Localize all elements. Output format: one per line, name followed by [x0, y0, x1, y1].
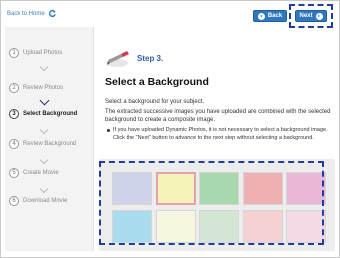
back-to-home-label: Back to Home — [7, 10, 45, 17]
step-number: 5 — [9, 168, 19, 178]
step-header: Step 3. — [105, 47, 163, 69]
sidebar-item-upload-photos[interactable]: 1 Upload Photos — [9, 48, 62, 58]
sidebar-item-label: Download Movie — [23, 198, 68, 204]
chevron-down-icon — [39, 125, 49, 135]
step-sidebar: 1 Upload Photos 2 Review Photos 3 Select… — [5, 27, 94, 251]
step-number: 2 — [9, 83, 19, 93]
sidebar-item-label: Review Photos — [23, 85, 64, 91]
sidebar-item-create-movie[interactable]: 5 Create Movie — [9, 168, 59, 178]
sidebar-item-label: Review Background — [23, 141, 77, 147]
back-to-home-link[interactable]: Back to Home — [7, 9, 57, 18]
step-number: 6 — [9, 196, 19, 206]
page-title: Select a Background — [105, 76, 209, 88]
step-number: 4 — [9, 139, 19, 149]
step-label: Step 3. — [137, 53, 164, 63]
note-text: If you have uploaded Dynamic Photos, it … — [113, 127, 328, 141]
brush-icon — [106, 51, 129, 67]
intro-text: Select a background for your subject. — [105, 99, 205, 105]
sidebar-item-label: Upload Photos — [23, 50, 63, 56]
sidebar-item-download-movie[interactable]: 6 Download Movie — [9, 196, 67, 206]
sidebar-item-review-background[interactable]: 4 Review Background — [9, 139, 76, 149]
back-button-label: Back — [267, 13, 283, 19]
description-text: The extracted successive images you have… — [105, 109, 331, 123]
sidebar-item-review-photos[interactable]: 2 Review Photos — [9, 83, 63, 93]
back-arrow-icon — [257, 12, 265, 20]
chevron-down-icon — [39, 155, 49, 165]
home-return-icon — [48, 9, 56, 18]
sidebar-item-select-background[interactable]: 3 Select Background — [9, 109, 77, 119]
chevron-down-icon — [39, 184, 49, 194]
chevron-down-icon — [39, 95, 50, 106]
step-number: 1 — [9, 48, 19, 58]
step-number: 3 — [9, 109, 19, 119]
sidebar-item-label: Create Movie — [23, 170, 59, 176]
background-grid-highlight — [99, 161, 324, 245]
sidebar-item-label: Select Background — [23, 111, 78, 117]
app-window: Back to Home Back Next 1 Upload Photos 2… — [0, 0, 340, 258]
back-button[interactable]: Back — [253, 10, 287, 22]
bullet-dot — [107, 129, 110, 132]
next-button-highlight — [289, 4, 333, 28]
chevron-down-icon — [39, 62, 49, 72]
